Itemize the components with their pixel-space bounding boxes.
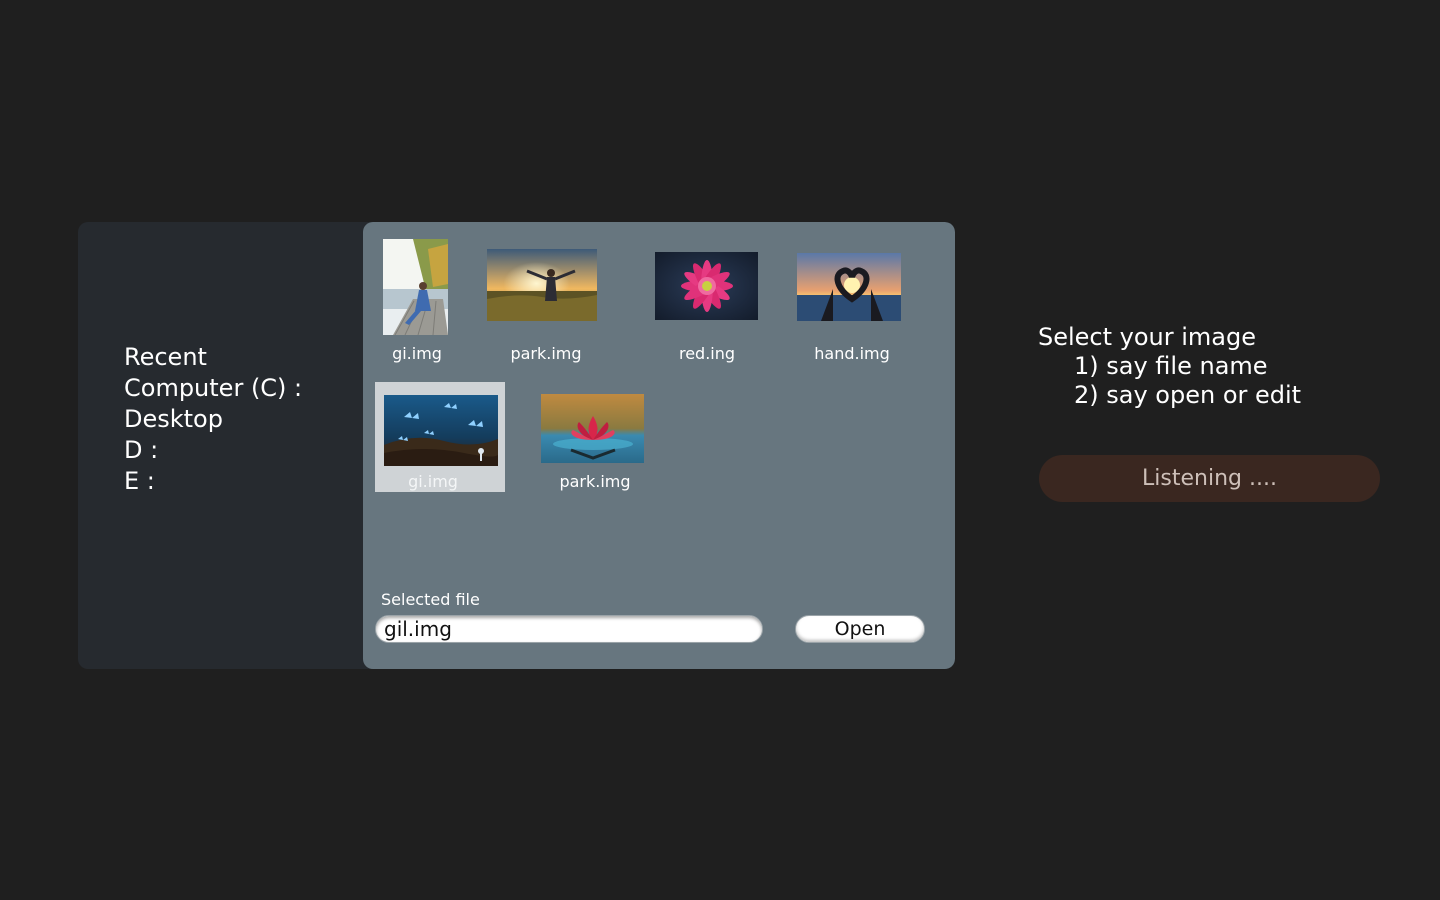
- listening-indicator: Listening ....: [1039, 455, 1380, 502]
- file-tile[interactable]: red.ing: [655, 252, 758, 365]
- selected-file-label: Selected file: [381, 590, 480, 609]
- file-tile[interactable]: gi.img: [383, 239, 453, 365]
- file-name: hand.img: [814, 344, 890, 363]
- sidebar-item-computer-c[interactable]: Computer (C) :: [124, 373, 302, 404]
- blue-butterflies-thumbnail: [384, 395, 498, 466]
- open-button[interactable]: Open: [795, 615, 925, 643]
- instruction-step: 2) say open or edit: [1074, 381, 1302, 409]
- file-dialog: Recent Computer (C) : Desktop D : E : gi…: [78, 222, 955, 669]
- sunset-field-thumbnail: [487, 249, 597, 321]
- sidebar-item-desktop[interactable]: Desktop: [124, 404, 302, 435]
- selected-file-input[interactable]: gil.img: [375, 615, 763, 643]
- sidebar-item-d[interactable]: D :: [124, 435, 302, 466]
- file-name: park.img: [510, 344, 582, 363]
- file-name: park.img: [559, 472, 631, 491]
- file-name: red.ing: [678, 344, 736, 363]
- file-grid-panel: gi.img park.img red.ing hand.img gi.img …: [363, 222, 955, 669]
- sidebar-item-recent[interactable]: Recent: [124, 342, 302, 373]
- heart-hands-thumbnail: [797, 253, 901, 321]
- instructions-title: Select your image: [1038, 323, 1257, 351]
- file-tile[interactable]: park.img: [541, 394, 647, 494]
- file-tile-selected[interactable]: gi.img: [375, 382, 505, 492]
- pink-flower-thumbnail: [655, 252, 758, 320]
- sidebar-item-e[interactable]: E :: [124, 466, 302, 497]
- voice-instructions: Select your image 1) say file name 2) sa…: [1038, 323, 1301, 410]
- file-tile[interactable]: park.img: [487, 249, 597, 365]
- file-name: gi.img: [392, 344, 442, 363]
- sidebar: Recent Computer (C) : Desktop D : E :: [124, 342, 302, 497]
- instruction-step: 1) say file name: [1074, 352, 1268, 380]
- water-lily-thumbnail: [541, 394, 644, 463]
- file-tile[interactable]: hand.img: [797, 253, 901, 365]
- file-name: gi.img: [408, 472, 458, 491]
- woman-on-dock-thumbnail: [383, 239, 448, 335]
